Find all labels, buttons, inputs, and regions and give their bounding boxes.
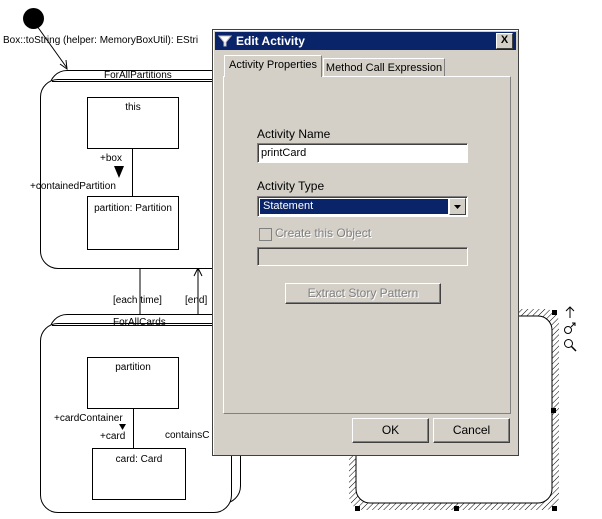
resize-handle[interactable] — [454, 506, 459, 511]
activity-type-value: Statement — [263, 200, 314, 212]
resize-handle[interactable] — [552, 506, 557, 511]
zoom-icon[interactable] — [563, 338, 577, 352]
object-partition[interactable]: partition — [87, 357, 179, 409]
activity-type-label: Activity Type — [257, 179, 325, 193]
tab-method-call-expression[interactable]: Method Call Expression — [323, 58, 445, 77]
create-object-checkbox[interactable] — [259, 228, 272, 241]
activity-name-label: Activity Name — [257, 127, 331, 141]
object-label: partition: Partition — [94, 203, 172, 214]
extract-story-pattern-button[interactable]: Extract Story Pattern — [285, 283, 441, 304]
object-label: partition — [115, 362, 151, 373]
link-role-box: +box — [100, 153, 122, 164]
link-contains: containsC — [165, 430, 210, 441]
resize-handle[interactable] — [552, 310, 557, 315]
start-method-label: Box::toString (helper: MemoryBoxUtil): E… — [3, 35, 199, 46]
edit-activity-dialog: Edit Activity X Activity Properties Meth… — [212, 29, 519, 456]
close-button[interactable]: X — [496, 33, 513, 49]
dialog-title: Edit Activity — [236, 34, 305, 48]
link-role-contained-partition: +containedPartition — [30, 181, 116, 192]
activity-properties-panel: Activity Name Activity Type Statement Cr… — [223, 76, 511, 414]
link-role-card-container: +cardContainer — [54, 413, 123, 424]
activity-name-field[interactable] — [257, 143, 468, 163]
object-label: this — [125, 102, 141, 113]
create-object-label: Create this Object — [275, 226, 372, 240]
object-partition[interactable]: partition: Partition — [87, 196, 179, 250]
activity-name-input[interactable] — [258, 144, 467, 162]
dropdown-button[interactable] — [449, 198, 466, 215]
ok-button[interactable]: OK — [352, 418, 429, 443]
dialog-titlebar[interactable]: Edit Activity X — [215, 32, 516, 50]
state-title: ForAllCards — [113, 317, 166, 328]
object-card[interactable]: card: Card — [92, 448, 186, 500]
transition-label-end: [end] — [185, 295, 208, 306]
link-direction-arrow-icon — [114, 166, 124, 178]
chevron-down-icon — [454, 205, 461, 209]
link-role-card: +card — [100, 431, 126, 442]
create-object-field — [257, 247, 468, 266]
state-title: ForAllPartitions — [104, 70, 172, 81]
tab-activity-properties[interactable]: Activity Properties — [224, 55, 322, 77]
app-icon — [218, 35, 232, 47]
object-label: card: Card — [115, 454, 163, 465]
move-arrow-icon[interactable] — [563, 305, 577, 319]
link-direction-arrow-icon — [119, 424, 126, 430]
transition-label-each-time: [each time] — [113, 295, 162, 306]
resize-handle[interactable] — [551, 408, 556, 413]
object-this[interactable]: this — [87, 97, 179, 149]
link-tool-icon[interactable] — [563, 321, 577, 335]
activity-type-select[interactable]: Statement — [257, 196, 468, 217]
cancel-button[interactable]: Cancel — [433, 418, 510, 443]
resize-handle[interactable] — [355, 506, 360, 511]
